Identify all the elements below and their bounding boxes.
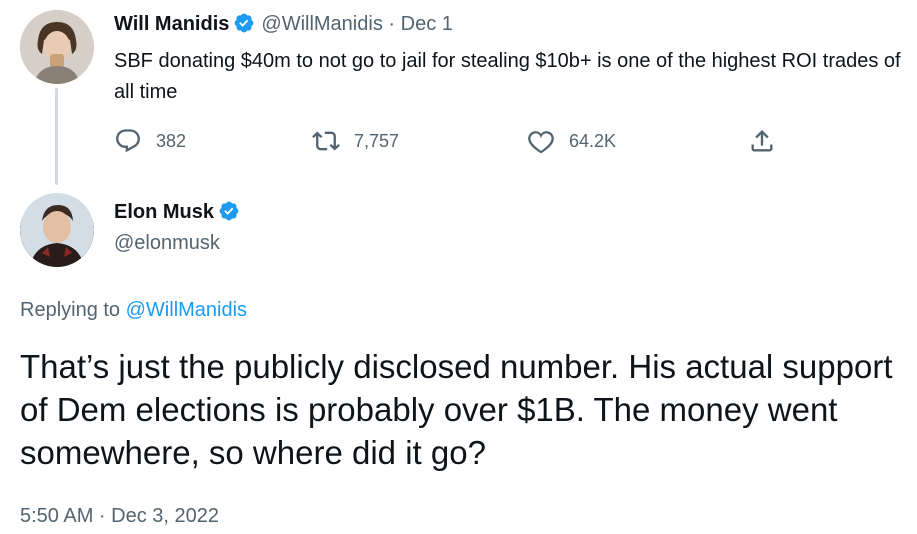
like-icon <box>528 131 554 154</box>
like-button[interactable]: 64.2K <box>527 126 616 156</box>
author-name[interactable]: Will Manidis <box>114 13 229 35</box>
avatar-will-manidis[interactable] <box>20 10 94 84</box>
share-icon <box>751 130 773 152</box>
avatar-image <box>20 193 94 267</box>
tweet-date[interactable]: Dec 1 <box>401 13 453 35</box>
header-separator: · <box>388 13 396 35</box>
share-button[interactable] <box>748 126 790 156</box>
author-name[interactable]: Elon Musk <box>114 201 214 223</box>
retweet-icon <box>312 131 340 151</box>
reply-button[interactable]: 382 <box>114 126 186 156</box>
author-handle[interactable]: @WillManidis <box>261 13 382 35</box>
main-tweet-author: Elon Musk <box>114 200 240 224</box>
thread-connector-line <box>55 88 58 185</box>
reply-icon <box>116 129 140 153</box>
verified-icon <box>234 13 254 33</box>
parent-tweet-header: Will Manidis @WillManidis · Dec 1 <box>114 12 453 36</box>
avatar-elon-musk[interactable] <box>20 193 94 267</box>
author-handle[interactable]: @elonmusk <box>114 231 220 255</box>
verified-icon <box>219 201 239 221</box>
main-tweet-text: That’s just the publicly disclosed numbe… <box>20 348 893 471</box>
retweet-button[interactable]: 7,757 <box>312 126 399 156</box>
like-count: 64.2K <box>569 130 617 151</box>
avatar-image <box>20 10 94 84</box>
retweet-count: 7,757 <box>354 130 400 151</box>
replying-prefix: Replying to <box>20 299 121 321</box>
reply-count: 382 <box>156 130 187 151</box>
tweet-timestamp[interactable]: 5:50 AM · Dec 3, 2022 <box>20 503 219 529</box>
replying-to-link[interactable]: @WillManidis <box>126 299 247 321</box>
replying-to-line: Replying to @WillManidis <box>20 297 247 323</box>
parent-tweet-text: SBF donating $40m to not go to jail for … <box>114 50 901 103</box>
